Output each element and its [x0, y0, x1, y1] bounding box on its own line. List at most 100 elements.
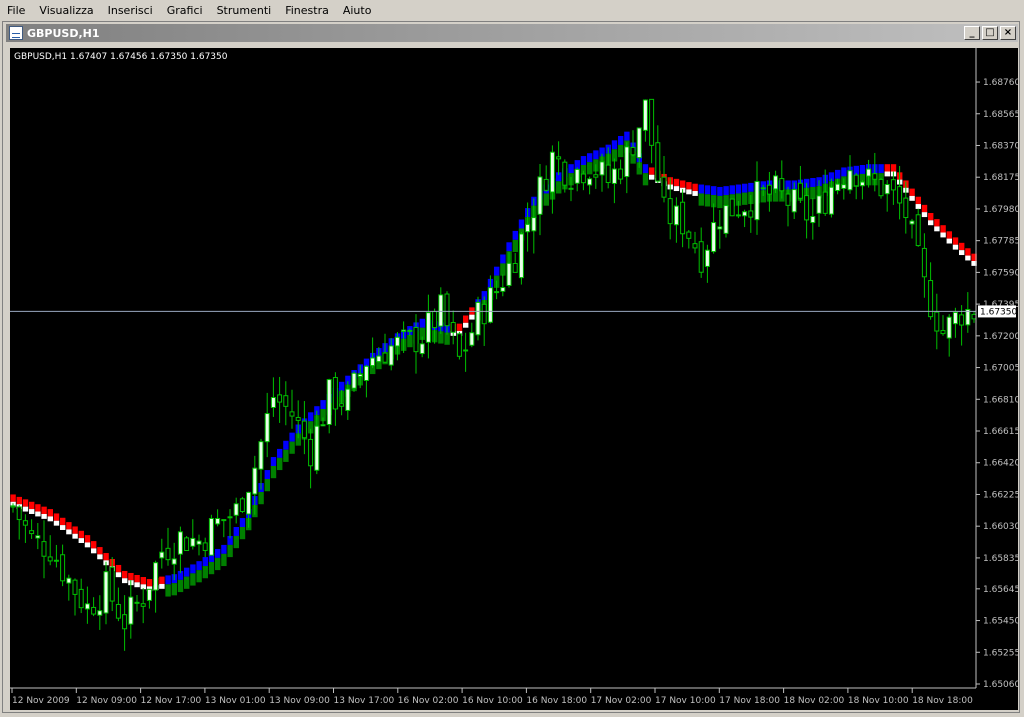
- band-lower-segment: [283, 449, 289, 462]
- band-lower-segment: [717, 195, 723, 209]
- candle-body: [686, 231, 692, 239]
- candle-body: [394, 336, 400, 347]
- candle-body: [549, 151, 555, 193]
- band-up-segment: [859, 165, 866, 174]
- candle-body: [711, 222, 717, 253]
- band-down-segment: [91, 541, 97, 549]
- band-down-segment: [680, 180, 686, 188]
- maximize-button[interactable]: □: [982, 26, 998, 40]
- band-down-segment: [22, 499, 29, 507]
- candle-body: [760, 187, 766, 190]
- candle-body: [339, 403, 345, 407]
- band-edge-segment: [952, 244, 959, 250]
- candle-body: [717, 226, 723, 230]
- price-chart[interactable]: 1.68760 1.68565 1.68370 1.68175 1.67980 1.677…: [10, 48, 1018, 710]
- candle-body: [673, 205, 679, 226]
- candle-body: [128, 596, 134, 625]
- candle-body: [413, 327, 419, 353]
- menu-inserisci[interactable]: Inserisci: [101, 4, 160, 17]
- band-edge-segment: [469, 314, 475, 320]
- price-tick-label: 1.68565: [983, 110, 1018, 120]
- menu-aiuto[interactable]: Aiuto: [336, 4, 379, 17]
- band-edge-segment: [122, 578, 128, 584]
- candle-body: [773, 175, 779, 190]
- candle-body: [153, 562, 159, 591]
- chart-window-titlebar[interactable]: GBPUSD,H1 _ □ ×: [6, 24, 1018, 42]
- candle-body: [494, 291, 500, 294]
- candle-body: [351, 372, 357, 389]
- menu-visualizza[interactable]: Visualizza: [32, 4, 100, 17]
- candle-body: [748, 210, 754, 218]
- candle-body: [122, 614, 128, 630]
- candle-body: [196, 540, 202, 545]
- price-tick-label: 1.67785: [983, 237, 1018, 247]
- band-up-segment: [735, 184, 742, 194]
- band-edge-segment: [115, 572, 122, 578]
- band-lower-segment: [258, 492, 264, 505]
- candle-body: [115, 603, 121, 619]
- time-tick-label: 12 Nov 2009: [12, 696, 70, 706]
- band-lower-segment: [202, 566, 208, 579]
- price-tick-label: 1.65835: [983, 554, 1018, 564]
- band-up-segment: [320, 400, 326, 410]
- candle-body: [221, 519, 227, 522]
- menu-strumenti[interactable]: Strumenti: [210, 4, 279, 17]
- band-lower-segment: [264, 479, 270, 492]
- band-edge-segment: [959, 250, 965, 256]
- band-up-segment: [308, 412, 314, 422]
- price-tick-label: 1.67005: [983, 364, 1018, 374]
- menu-file[interactable]: File: [0, 4, 32, 17]
- band-lower-segment: [642, 173, 649, 186]
- band-up-segment: [611, 140, 618, 150]
- menu-grafici[interactable]: Grafici: [160, 4, 210, 17]
- band-up-segment: [500, 254, 506, 264]
- candle-body: [797, 182, 803, 199]
- candle-body: [934, 311, 940, 332]
- band-edge-segment: [84, 542, 91, 548]
- time-tick-label: 13 Nov 01:00: [205, 696, 266, 706]
- band-lower-segment: [177, 579, 184, 593]
- band-lower-segment: [618, 144, 624, 158]
- band-down-segment: [53, 513, 60, 521]
- band-edge-segment: [909, 195, 915, 201]
- candle-body: [921, 247, 927, 278]
- price-tick-label: 1.67590: [983, 268, 1018, 278]
- candle-body: [940, 330, 946, 335]
- price-tick-label: 1.68760: [983, 78, 1018, 88]
- candle-body: [841, 184, 847, 189]
- candle-body: [78, 588, 84, 609]
- menu-finestra[interactable]: Finestra: [278, 4, 336, 17]
- candle-body: [425, 312, 431, 343]
- candle-body: [246, 491, 252, 515]
- candle-body: [605, 164, 611, 184]
- candle-body: [66, 577, 72, 584]
- candle-body: [463, 349, 469, 352]
- band-lower-segment: [184, 576, 190, 589]
- candle-body: [872, 173, 878, 180]
- close-button[interactable]: ×: [1000, 26, 1016, 40]
- candle-body: [41, 541, 47, 557]
- band-down-segment: [78, 530, 84, 539]
- band-down-segment: [456, 323, 463, 331]
- candle-body: [376, 355, 382, 363]
- candle-body: [804, 195, 810, 221]
- candle-body: [134, 601, 140, 604]
- band-lower-segment: [704, 194, 711, 207]
- band-up-segment: [277, 448, 283, 458]
- band-lower-segment: [270, 465, 277, 479]
- candle-body: [314, 425, 320, 471]
- candle-body: [289, 411, 295, 417]
- candle-body: [543, 178, 549, 191]
- band-down-segment: [16, 496, 22, 505]
- band-edge-segment: [159, 583, 165, 589]
- time-tick-label: 17 Nov 18:00: [719, 696, 780, 706]
- band-up-segment: [717, 186, 723, 196]
- band-up-segment: [289, 432, 295, 442]
- band-down-segment: [673, 178, 680, 187]
- minimize-button[interactable]: _: [964, 26, 980, 40]
- candle-body: [556, 156, 562, 160]
- band-up-segment: [165, 575, 171, 585]
- candle-body: [363, 365, 369, 381]
- band-down-segment: [915, 196, 921, 205]
- band-up-segment: [624, 131, 630, 141]
